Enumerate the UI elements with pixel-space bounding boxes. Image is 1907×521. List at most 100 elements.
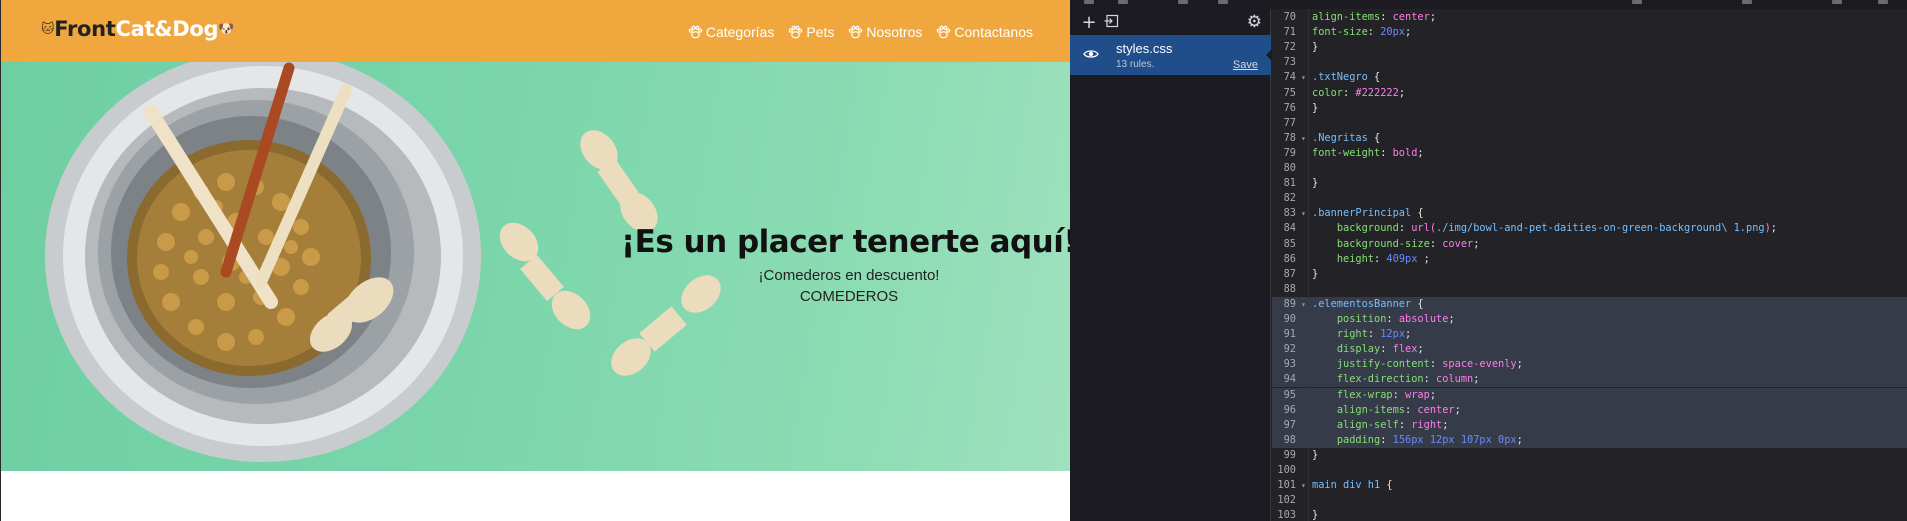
code-text: }: [1312, 448, 1318, 463]
fold-toggle-icon[interactable]: ▾: [1301, 70, 1306, 85]
plus-icon[interactable]: +: [1078, 12, 1100, 33]
line-number: 101: [1277, 479, 1296, 492]
code-line[interactable]: 94 flex-direction: column;: [1272, 372, 1907, 388]
toolbar-icon[interactable]: [1218, 0, 1228, 4]
code-token: }: [1312, 177, 1319, 190]
code-line[interactable]: 72}: [1272, 40, 1907, 55]
fold-toggle-icon[interactable]: ▾: [1301, 131, 1306, 146]
code-line[interactable]: 90 position: absolute;: [1272, 312, 1907, 327]
code-line[interactable]: 70 align-items: center;: [1272, 10, 1907, 25]
line-number: 88: [1283, 282, 1296, 295]
import-icon[interactable]: [1100, 12, 1122, 33]
code-token: justify-content: [1336, 358, 1430, 371]
code-line[interactable]: 85 background-size: cover;: [1272, 237, 1907, 252]
code-token: }: [1312, 41, 1319, 54]
code-token: main div h1: [1312, 479, 1381, 492]
fold-toggle-icon[interactable]: ▾: [1301, 478, 1306, 493]
code-line[interactable]: 99}: [1272, 448, 1907, 463]
code-line[interactable]: 75 color: #222222;: [1272, 86, 1907, 101]
toolbar-icon[interactable]: [1118, 0, 1128, 4]
stylesheet-item-styles-css[interactable]: styles.css 13 rules. Save: [1070, 35, 1272, 75]
code-line[interactable]: 74 ▾ .txtNegro {: [1272, 70, 1907, 85]
toolbar-icon[interactable]: [1084, 0, 1094, 4]
code-token: ;: [1417, 343, 1424, 356]
code-line[interactable]: 86 height: 409px ;: [1272, 252, 1907, 267]
code-token: column: [1436, 373, 1474, 386]
code-editor[interactable]: 70 align-items: center; 71 font-size: 20px;…: [1272, 9, 1907, 521]
code-line[interactable]: 102: [1272, 493, 1907, 508]
code-token: align-items: [1312, 11, 1381, 23]
code-line[interactable]: 77: [1272, 116, 1907, 131]
paw-icon: [688, 25, 703, 39]
code-line[interactable]: 96 align-items: center;: [1272, 402, 1907, 418]
code-line[interactable]: 97 align-self: right;: [1272, 417, 1907, 433]
save-link[interactable]: Save: [1233, 59, 1258, 71]
code-line[interactable]: 79 font-weight: bold;: [1272, 146, 1907, 161]
code-line[interactable]: 103}: [1272, 508, 1907, 521]
line-number: 99: [1283, 448, 1296, 461]
code-line[interactable]: 92 display: flex;: [1272, 342, 1907, 358]
toolbar-icon[interactable]: [1832, 0, 1842, 4]
banner-cta-comederos[interactable]: COMEDEROS: [800, 288, 898, 305]
code-text: }: [1312, 267, 1318, 282]
code-line[interactable]: 101 ▾ main div h1 {: [1272, 478, 1907, 493]
code-line[interactable]: 78 ▾ .Negritas {: [1272, 131, 1907, 146]
code-line[interactable]: 73: [1272, 55, 1907, 70]
code-line[interactable]: 91 right: 12px;: [1272, 327, 1907, 343]
code-token: :: [1405, 403, 1418, 416]
code-line[interactable]: 98 padding: 156px 12px 107px 0px;: [1272, 432, 1907, 448]
code-text: position: absolute;: [1312, 312, 1455, 327]
line-number: 102: [1277, 494, 1296, 507]
code-token: flex-wrap: [1336, 388, 1393, 401]
code-line[interactable]: 83 ▾ .bannerPrincipal {: [1272, 206, 1907, 221]
code-token: .bannerPrincipal: [1312, 207, 1412, 220]
line-number: 95: [1283, 388, 1296, 401]
code-token: flex: [1392, 343, 1418, 356]
code-token: right: [1411, 418, 1443, 431]
code-token: :: [1380, 343, 1393, 356]
code-token: ;: [1516, 358, 1523, 371]
nav-item-contactanos[interactable]: Contactanos: [936, 24, 1033, 40]
toolbar-icon[interactable]: [1178, 0, 1188, 4]
nav-item-categorias[interactable]: Categorías: [688, 24, 774, 40]
gear-icon[interactable]: ⚙: [1247, 12, 1262, 32]
code-line[interactable]: 76}: [1272, 101, 1907, 116]
code-line[interactable]: 71 font-size: 20px;: [1272, 25, 1907, 40]
line-number: 70: [1283, 11, 1296, 23]
code-token: ;: [1770, 222, 1777, 235]
line-number: 94: [1283, 373, 1296, 386]
toolbar-icon[interactable]: [1632, 0, 1642, 4]
code-line[interactable]: 95 flex-wrap: wrap;: [1272, 387, 1907, 403]
code-line[interactable]: 87}: [1272, 267, 1907, 282]
code-token: 409px: [1386, 252, 1418, 265]
code-text: justify-content: space-evenly;: [1312, 357, 1523, 372]
code-line[interactable]: 100: [1272, 463, 1907, 478]
code-token: bold: [1392, 146, 1418, 159]
code-text: font-weight: bold;: [1312, 146, 1424, 161]
line-number: 77: [1283, 116, 1296, 129]
eye-icon[interactable]: [1083, 46, 1099, 62]
code-line[interactable]: 88: [1272, 282, 1907, 297]
code-token: right: [1336, 328, 1368, 341]
fold-toggle-icon[interactable]: ▾: [1301, 206, 1306, 221]
code-token: center: [1392, 11, 1430, 23]
code-line[interactable]: 84 background: url(./img/bowl-and-pet-da…: [1272, 221, 1907, 236]
fold-toggle-icon[interactable]: ▾: [1301, 297, 1306, 312]
logo-text-front: Front: [54, 17, 116, 41]
nav-item-pets[interactable]: Pets: [788, 24, 834, 40]
toolbar-icon[interactable]: [1742, 0, 1752, 4]
code-token: {: [1411, 207, 1424, 220]
stylesheet-list: + ⚙ styles.css 13 rules. Save: [1070, 9, 1272, 521]
toolbar-icon[interactable]: [1878, 0, 1888, 4]
nav-item-nosotros[interactable]: Nosotros: [848, 24, 922, 40]
code-line[interactable]: 89 ▾ .elementosBanner {: [1272, 296, 1907, 312]
nav-label: Pets: [806, 24, 835, 40]
code-line[interactable]: 81}: [1272, 176, 1907, 191]
site-header: 🐱FrontCat&Dog🐶 Categorías Pets Nosotros …: [1, 0, 1070, 62]
site-logo[interactable]: 🐱FrontCat&Dog🐶: [41, 17, 234, 41]
code-line[interactable]: 93 justify-content: space-evenly;: [1272, 357, 1907, 373]
code-line[interactable]: 82: [1272, 191, 1907, 206]
code-token: ;: [1405, 328, 1412, 341]
code-line[interactable]: 80: [1272, 161, 1907, 176]
